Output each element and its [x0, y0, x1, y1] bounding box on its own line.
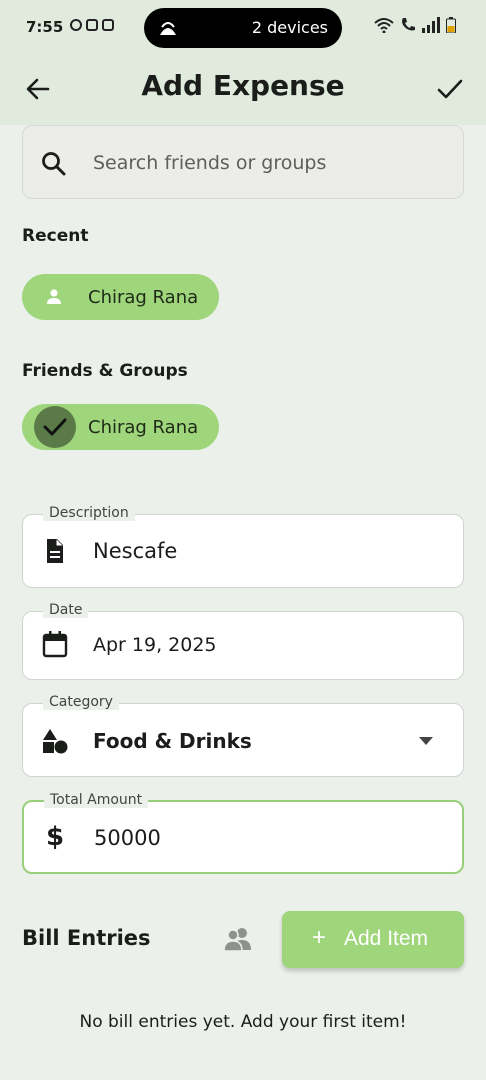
call-icon [402, 18, 415, 31]
friends-groups-label: Friends & Groups [22, 361, 188, 381]
instagram-icon [86, 19, 98, 31]
status-app-icons [70, 19, 114, 31]
category-value: Food & Drinks [93, 729, 252, 753]
date-value: Apr 19, 2025 [93, 634, 217, 656]
battery-icon [446, 17, 456, 33]
status-right-icons [374, 17, 456, 33]
friend-chip-label: Chirag Rana [88, 417, 199, 438]
search-icon [42, 152, 66, 176]
dollar-icon: $ [46, 822, 65, 852]
instagram-icon-2 [102, 19, 114, 31]
total-amount-field[interactable]: Total Amount $ 50000 [22, 792, 464, 874]
page-title: Add Expense [141, 69, 345, 102]
signal-icon [422, 17, 440, 33]
hotspot-icon [160, 22, 176, 35]
description-value: Nescafe [93, 539, 178, 563]
status-bar: 7:55 2 devices [0, 0, 486, 55]
dropdown-arrow-icon [419, 737, 433, 745]
calendar-icon [42, 631, 68, 658]
empty-state-text: No bill entries yet. Add your first item… [79, 1012, 407, 1032]
search-box[interactable] [22, 125, 464, 200]
status-time: 7:55 [26, 18, 64, 36]
people-icon[interactable] [222, 926, 254, 954]
date-label: Date [43, 602, 89, 618]
friend-chip-selected[interactable]: Chirag Rana [22, 404, 219, 450]
description-label: Description [43, 505, 135, 521]
description-field[interactable]: Description Nescafe [22, 505, 464, 588]
recent-chip[interactable]: Chirag Rana [22, 274, 219, 320]
date-field[interactable]: Date Apr 19, 2025 [22, 602, 464, 680]
bill-entries-title: Bill Entries [22, 926, 151, 950]
category-label: Category [43, 694, 119, 710]
wifi-icon [374, 18, 394, 33]
total-amount-value[interactable]: 50000 [94, 826, 161, 850]
person-icon [47, 289, 61, 304]
category-dropdown[interactable]: Category Food & Drinks [22, 694, 464, 777]
add-item-button[interactable]: + Add Item [282, 911, 464, 968]
save-check-icon[interactable] [434, 73, 466, 105]
plus-icon: + [312, 924, 327, 951]
whatsapp-icon [70, 19, 82, 31]
selected-check-circle [34, 406, 76, 448]
check-icon [43, 418, 67, 436]
add-item-label: Add Item [344, 927, 429, 950]
document-icon [47, 539, 63, 563]
recent-label: Recent [22, 226, 89, 246]
dynamic-island-pill[interactable]: 2 devices [144, 8, 342, 48]
shapes-icon [43, 729, 68, 754]
recent-chip-label: Chirag Rana [88, 287, 199, 308]
total-amount-label: Total Amount [44, 792, 149, 808]
pill-devices-text: 2 devices [251, 18, 328, 37]
search-input[interactable] [91, 126, 445, 200]
app-bar: Add Expense [0, 55, 486, 125]
